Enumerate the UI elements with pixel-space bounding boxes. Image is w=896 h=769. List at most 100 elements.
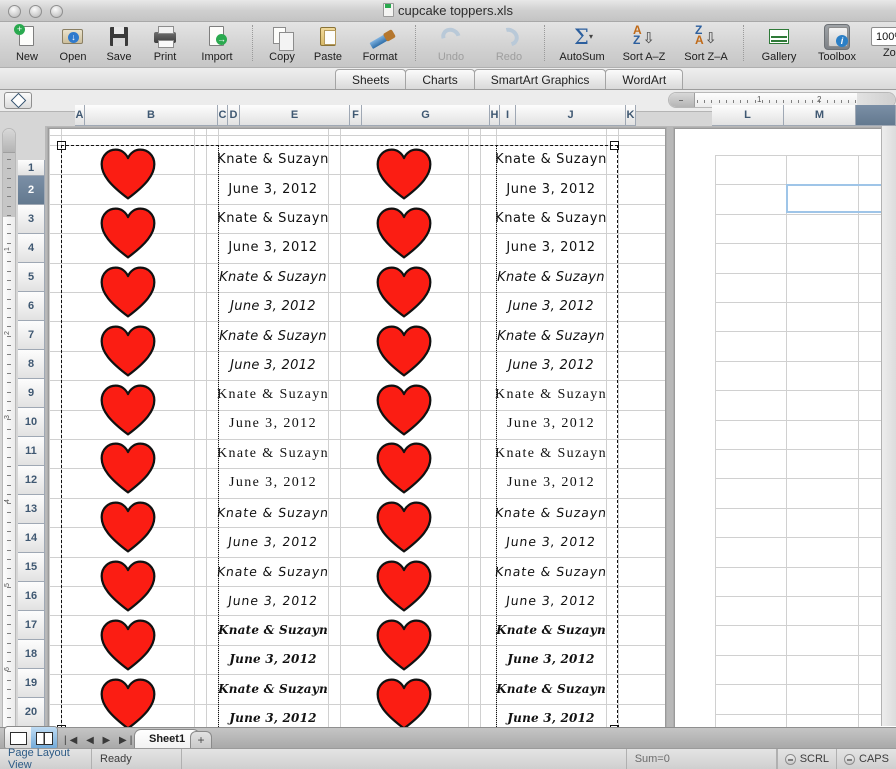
status-indicator-caps[interactable]: CAPS — [836, 748, 896, 769]
heart-graphic[interactable] — [340, 557, 468, 616]
cell-name-text[interactable]: Knate & Suzayn — [217, 380, 329, 409]
row-header-13[interactable]: 13 — [18, 495, 45, 524]
heart-graphic[interactable] — [61, 204, 194, 263]
row-header-15[interactable]: 15 — [18, 553, 45, 582]
row-header-1[interactable]: 1 — [18, 160, 45, 176]
undo-button[interactable]: Undo — [422, 22, 480, 68]
cell-date-text[interactable]: June 3, 2012 — [495, 468, 607, 497]
row-header-6[interactable]: 6 — [18, 292, 45, 321]
cell-date-text[interactable]: June 3, 2012 — [217, 351, 329, 380]
row-header-3[interactable]: 3 — [18, 205, 45, 234]
sheet-nav-arrows[interactable]: |◀ ◀ ▶ ▶| — [64, 735, 135, 746]
cell-name-text[interactable]: Knate & Suzayn — [217, 145, 329, 174]
cell-date-text[interactable]: June 3, 2012 — [217, 645, 329, 674]
zoom-input[interactable]: 100% ▾ — [871, 27, 896, 46]
heart-graphic[interactable] — [61, 557, 194, 616]
copy-button[interactable]: Copy — [259, 22, 305, 68]
new-button[interactable]: + New — [4, 22, 50, 68]
row-header-17[interactable]: 17 — [18, 611, 45, 640]
save-button[interactable]: Save — [96, 22, 142, 68]
cell-date-text[interactable]: June 3, 2012 — [495, 233, 607, 262]
tab-charts[interactable]: Charts — [405, 69, 475, 89]
add-sheet-button[interactable]: + — [190, 731, 212, 748]
cell-date-text[interactable]: June 3, 2012 — [217, 410, 329, 439]
cell-date-text[interactable]: June 3, 2012 — [217, 174, 329, 203]
cell-name-text[interactable]: Knate & Suzayn — [495, 204, 607, 233]
heart-graphic[interactable] — [61, 498, 194, 557]
status-view-mode[interactable]: Page Layout View — [0, 747, 92, 769]
cell-date-text[interactable]: June 3, 2012 — [217, 233, 329, 262]
heart-graphic[interactable] — [340, 204, 468, 263]
row-header-5[interactable]: 5 — [18, 263, 45, 292]
row-header-19[interactable]: 19 — [18, 669, 45, 698]
heart-graphic[interactable] — [340, 615, 468, 674]
cell-name-text[interactable]: Knate & Suzayn — [495, 615, 607, 644]
row-header-4[interactable]: 4 — [18, 234, 45, 263]
column-header-f[interactable]: F — [350, 105, 362, 126]
cell-name-text[interactable]: Knate & Suzayn — [495, 263, 607, 292]
cell-name-text[interactable]: Knate & Suzayn — [495, 380, 607, 409]
cell-name-text[interactable]: Knate & Suzayn — [217, 204, 329, 233]
heart-graphic[interactable] — [61, 674, 194, 733]
heart-graphic[interactable] — [61, 380, 194, 439]
cell-date-text[interactable]: June 3, 2012 — [495, 410, 607, 439]
heart-graphic[interactable] — [61, 263, 194, 322]
cell-name-text[interactable]: Knate & Suzayn — [215, 498, 331, 527]
status-sum[interactable]: Sum=0 — [627, 748, 777, 769]
column-header-m[interactable]: M — [784, 105, 856, 126]
sort-az-button[interactable]: A Z ⇩ Sort A–Z — [613, 22, 675, 68]
cell-name-text[interactable]: Knate & Suzayn — [217, 674, 329, 703]
heart-graphic[interactable] — [340, 321, 468, 380]
zoom-control[interactable]: 100% ▾ Zoom — [866, 22, 896, 68]
column-header-g[interactable]: G — [362, 105, 490, 126]
toolbox-button[interactable]: Toolbox — [808, 22, 866, 68]
page-2[interactable] — [674, 128, 896, 732]
column-header-j[interactable]: J — [516, 105, 626, 126]
cell-name-text[interactable]: Knate & Suzayn — [217, 439, 329, 468]
tab-smartart-graphics[interactable]: SmartArt Graphics — [473, 69, 607, 89]
cell-name-text[interactable]: Knate & Suzayn — [493, 557, 609, 586]
gallery-button[interactable]: Gallery — [750, 22, 808, 68]
cell-date-text[interactable]: June 3, 2012 — [217, 468, 329, 497]
cell-date-text[interactable]: June 3, 2012 — [495, 174, 607, 203]
heart-graphic[interactable] — [340, 263, 468, 322]
row-header-2[interactable]: 2 — [18, 176, 45, 205]
column-header-h[interactable]: H — [490, 105, 500, 126]
cell-name-text[interactable]: Knate & Suzayn — [493, 498, 609, 527]
row-header-20[interactable]: 20 — [18, 698, 45, 727]
tab-wordart[interactable]: WordArt — [605, 69, 684, 89]
vertical-scrollbar[interactable] — [881, 126, 896, 726]
cell-name-text[interactable]: Knate & Suzayn — [495, 145, 607, 174]
row-header-12[interactable]: 12 — [18, 466, 45, 495]
row-header-7[interactable]: 7 — [18, 321, 45, 350]
cell-name-text[interactable]: Knate & Suzayn — [495, 439, 607, 468]
autosum-button[interactable]: Σ ▾ AutoSum — [551, 22, 613, 68]
cell-name-text[interactable]: Knate & Suzayn — [215, 557, 331, 586]
heart-graphic[interactable] — [340, 674, 468, 733]
cell-date-text[interactable]: June 3, 2012 — [495, 351, 607, 380]
format-button[interactable]: Format — [351, 22, 409, 68]
row-header-8[interactable]: 8 — [18, 350, 45, 379]
sort-za-button[interactable]: Z A ⇩ Sort Z–A — [675, 22, 737, 68]
row-header-9[interactable]: 9 — [18, 379, 45, 408]
cell-date-text[interactable]: June 3, 2012 — [495, 645, 607, 674]
redo-button[interactable]: Redo — [480, 22, 538, 68]
cell-date-text[interactable]: June 3, 2012 — [495, 292, 607, 321]
column-header-n[interactable] — [856, 105, 896, 126]
heart-graphic[interactable] — [61, 145, 194, 204]
heart-graphic[interactable] — [340, 498, 468, 557]
heart-graphic[interactable] — [340, 439, 468, 498]
row-header-10[interactable]: 10 — [18, 408, 45, 437]
heart-graphic[interactable] — [61, 439, 194, 498]
cell-name-text[interactable]: Knate & Suzayn — [217, 263, 329, 292]
cell-date-text[interactable]: June 3, 2012 — [493, 527, 609, 556]
normal-view-button[interactable] — [5, 727, 31, 749]
column-header-a[interactable]: A — [75, 105, 85, 126]
page-1[interactable]: Knate & Suzayn June 3, 2012 Knate & Suzayn… — [48, 128, 666, 733]
cell-name-text[interactable]: Knate & Suzayn — [217, 321, 329, 350]
tab-sheets[interactable]: Sheets — [335, 69, 407, 89]
import-button[interactable]: → Import — [188, 22, 246, 68]
vertical-ruler[interactable]: 1234567 — [2, 128, 16, 733]
open-button[interactable]: ↓ Open — [50, 22, 96, 68]
cell-date-text[interactable]: June 3, 2012 — [493, 586, 609, 615]
